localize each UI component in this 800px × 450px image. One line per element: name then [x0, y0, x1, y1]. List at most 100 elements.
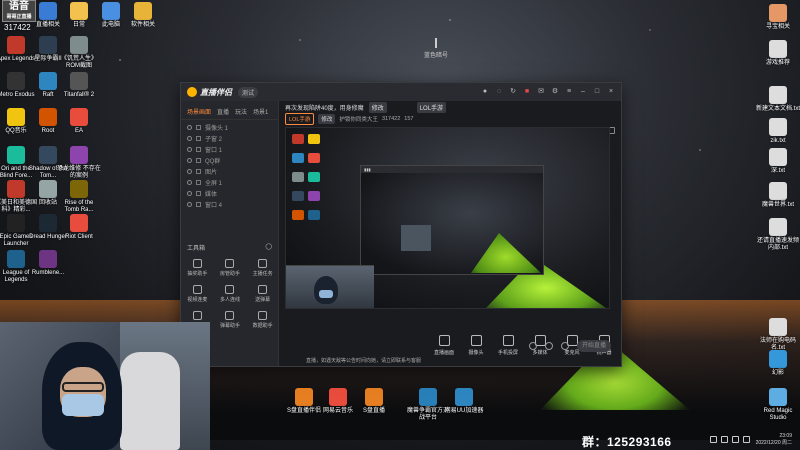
eye-icon[interactable] — [187, 191, 192, 196]
gear-icon[interactable] — [561, 342, 569, 350]
lock-icon[interactable] — [196, 158, 201, 163]
desktop-icon-label: 深.txt — [770, 168, 785, 174]
app-icon — [7, 108, 25, 126]
lock-icon[interactable] — [196, 180, 201, 185]
desktop-icon[interactable]: 新建文本文档.txt — [756, 86, 800, 113]
tool-button[interactable]: 弹幕助手 — [214, 311, 247, 329]
tab-scene[interactable]: 场景画面 — [187, 107, 211, 116]
edit-chip[interactable]: 修改 — [318, 113, 336, 124]
tool-button[interactable]: 数据助手 — [246, 311, 279, 329]
scene-item[interactable]: 摄像头 1 — [181, 122, 278, 133]
scene-item[interactable]: 子窗 2 — [181, 133, 278, 144]
mail-icon[interactable]: ✉ — [537, 88, 545, 96]
camera-icon[interactable] — [529, 342, 537, 350]
scene-item[interactable]: 全屏 1 — [181, 177, 278, 188]
desktop-icon-label: S盘直播 — [362, 408, 385, 414]
control-button[interactable]: 摄像头 — [465, 335, 487, 356]
room-title-row: 再次发现陷阱40度，用身修魔 修改 LOL手游 — [279, 101, 621, 113]
maximize-icon[interactable]: □ — [593, 88, 601, 96]
scene-item[interactable]: 图片 — [181, 166, 278, 177]
control-button[interactable]: 手机投屏 — [497, 335, 519, 356]
close-icon[interactable]: × — [607, 88, 615, 96]
tab-scene1[interactable]: 场景1 — [253, 107, 268, 116]
app-icon — [7, 180, 25, 198]
tray-volume-icon[interactable] — [732, 436, 739, 443]
minimize-icon[interactable]: – — [579, 88, 587, 96]
tool-button[interactable]: 房管助手 — [214, 259, 247, 277]
desktop-icon[interactable]: 法师在购电码名.txt — [756, 318, 800, 352]
sync-icon[interactable]: ↻ — [509, 88, 517, 96]
scene-label: 图片 — [205, 170, 218, 176]
tab-play[interactable]: 玩法 — [235, 107, 247, 116]
scene-item[interactable]: 窗口 4 — [181, 199, 278, 210]
desktop-icon[interactable]: 寻宝相关 — [756, 4, 800, 31]
nested-titlebar: ▮▮▮ — [361, 166, 543, 173]
scene-item[interactable]: QQ群 — [181, 155, 278, 166]
lock-icon[interactable] — [196, 147, 201, 152]
desktop-icon[interactable]: Riot Client — [57, 214, 101, 241]
version-badge[interactable]: 测试 — [238, 86, 259, 98]
desktop-icon[interactable]: 网易UU加速器 — [442, 388, 486, 415]
eye-icon[interactable] — [187, 136, 192, 141]
desktop-icon[interactable]: EA — [57, 108, 101, 135]
eye-icon[interactable] — [187, 147, 192, 152]
headset-icon[interactable]: ◌ — [495, 88, 503, 96]
game-chip[interactable]: LOL手游 — [285, 112, 315, 125]
desktop-icon[interactable]: S盘直播 — [352, 388, 396, 415]
eye-icon[interactable] — [187, 202, 192, 207]
timer-icon[interactable] — [545, 342, 553, 350]
group-number: 群：125293166 — [582, 435, 672, 449]
desktop-icon[interactable]: 还请直播速发频内部.txt — [756, 218, 800, 252]
app-icon — [329, 388, 347, 406]
app-icon — [39, 180, 57, 198]
tool-button[interactable]: 送弹幕 — [246, 285, 279, 303]
desktop-icon[interactable]: Titanfall® 2 — [57, 72, 101, 99]
desktop-icon[interactable]: Rumblene... — [26, 250, 70, 277]
desktop-icon[interactable]: Rise of the Tomb Ra... — [57, 180, 101, 214]
eye-icon[interactable] — [187, 125, 192, 130]
app-icon — [295, 388, 313, 406]
lock-icon[interactable] — [196, 202, 201, 207]
app-icon — [39, 214, 57, 232]
edit-title-button[interactable]: 修改 — [368, 101, 387, 113]
desktop-icon[interactable]: 《饥荒人生》ROM截图 — [57, 36, 101, 70]
desktop-icon-label: Titanfall® 2 — [63, 92, 95, 98]
tool-button[interactable]: 多人连线 — [214, 285, 247, 303]
tool-button[interactable]: 视频连麦 — [181, 285, 214, 303]
tray-arrow-icon[interactable] — [710, 436, 717, 443]
desktop-icon[interactable]: zik.txt — [756, 118, 800, 145]
taskbar-clock[interactable]: 23:09 2022/12/20 周二 — [756, 433, 792, 447]
control-button[interactable]: 直播画面 — [433, 335, 455, 356]
scene-item[interactable]: 窗口 1 — [181, 144, 278, 155]
settings-icon[interactable]: ⚙ — [551, 88, 559, 96]
tool-button[interactable]: 主播任务 — [246, 259, 279, 277]
tool-label: 抽奖助手 — [187, 271, 208, 277]
menu-icon[interactable]: ≡ — [565, 88, 573, 96]
live-preview[interactable]: ▮▮▮ — [285, 127, 610, 309]
tool-button[interactable]: 抽奖助手 — [181, 259, 214, 277]
desktop-icon[interactable]: 软件相关 — [121, 2, 165, 29]
desktop-icon[interactable]: 游戏推荐 — [756, 40, 800, 67]
eye-icon[interactable] — [187, 169, 192, 174]
lock-icon[interactable] — [196, 191, 201, 196]
desktop-icon[interactable]: 幻影 — [756, 350, 800, 377]
tab-live[interactable]: 直播 — [217, 107, 229, 116]
tray-network-icon[interactable] — [721, 436, 728, 443]
tray-lang-icon[interactable] — [743, 436, 750, 443]
gift-icon[interactable]: ■ — [523, 88, 531, 96]
category-chip[interactable]: LOL手游 — [416, 101, 447, 113]
desktop-icon[interactable]: 深.txt — [756, 148, 800, 175]
scene-item[interactable]: 媒体 — [181, 188, 278, 199]
lock-icon[interactable] — [196, 169, 201, 174]
lock-icon[interactable] — [196, 125, 201, 130]
eye-icon[interactable] — [187, 158, 192, 163]
eye-icon[interactable] — [187, 180, 192, 185]
desktop-icon[interactable]: 恐龙维修 不存在的案例 — [57, 146, 101, 180]
desktop-icon[interactable]: Red Magic Studio — [756, 388, 800, 422]
toolbox-grid: 抽奖助手房管助手主播任务视频连麦多人连线送弹幕直播间弹幕助手数据助手 — [181, 259, 279, 329]
bulb-icon[interactable]: ● — [481, 88, 489, 96]
start-live-button[interactable]: 开始直播 — [577, 340, 611, 352]
desktop-icon[interactable]: 魔兽世界.txt — [756, 182, 800, 209]
toolbox-settings-icon[interactable]: ◯ — [265, 243, 272, 252]
lock-icon[interactable] — [196, 136, 201, 141]
